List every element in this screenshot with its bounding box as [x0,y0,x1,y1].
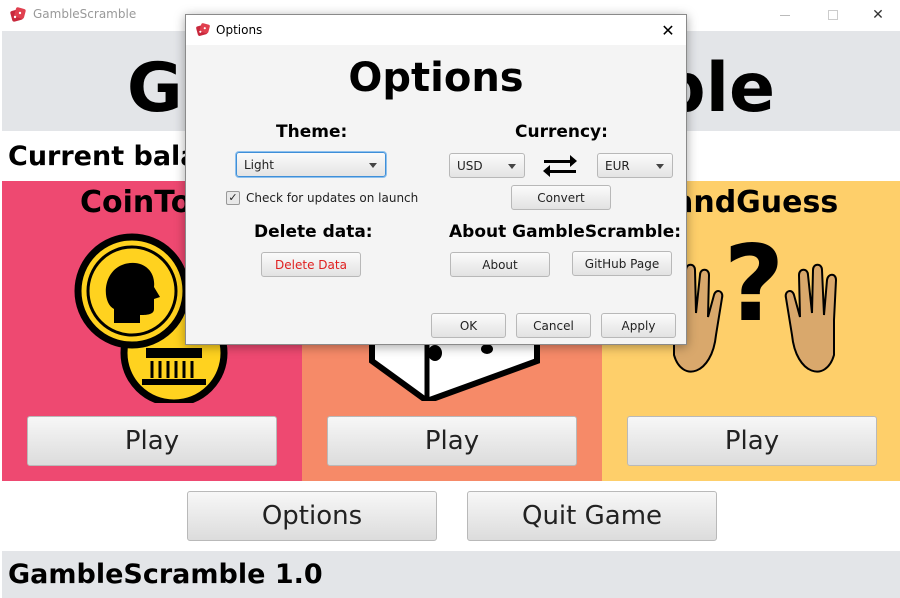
cointoss-play-button[interactable]: Play [27,416,277,466]
to-currency-select[interactable]: EUR [597,153,673,178]
options-dialog: Options ✕ Options Theme: Light ✓ Check f… [185,14,687,345]
theme-select[interactable]: Light [236,152,386,177]
dropdown-arrow-icon [369,163,377,168]
dialog-close-button[interactable]: ✕ [656,19,680,41]
version-label: GambleScramble 1.0 [8,559,323,590]
dice-app-icon [196,23,210,36]
window-title: GambleScramble [33,7,137,21]
dialog-heading: Options [348,55,524,101]
ok-button[interactable]: OK [431,313,506,338]
checkmark-icon: ✓ [228,191,238,204]
close-icon: ✕ [661,20,675,40]
dropdown-arrow-icon [656,164,664,169]
dialog-window-title: Options [216,23,263,37]
convert-button[interactable]: Convert [511,185,611,210]
minimize-icon [780,14,790,16]
maximize-button[interactable] [810,0,856,30]
cancel-button[interactable]: Cancel [516,313,591,338]
to-currency-value: EUR [605,158,630,173]
apply-button[interactable]: Apply [601,313,676,338]
from-currency-value: USD [457,158,483,173]
close-icon: ✕ [872,7,884,23]
swap-arrows-icon[interactable] [542,151,578,179]
handguess-play-button[interactable]: Play [627,416,877,466]
check-updates-label: Check for updates on launch [246,191,419,205]
from-currency-select[interactable]: USD [449,153,525,178]
minimize-button[interactable] [762,0,808,30]
delete-data-label: Delete data: [254,222,373,242]
maximize-icon [828,10,838,20]
question-hands-icon: ? [670,225,838,373]
svg-text:?: ? [724,225,785,345]
theme-label: Theme: [276,122,348,142]
dialog-title-bar: Options ✕ [186,15,686,45]
about-section-label: About GambleScramble: [449,222,682,242]
about-button[interactable]: About [450,252,550,277]
currency-label: Currency: [515,122,608,142]
footer-bar: GambleScramble 1.0 [2,551,900,598]
check-updates-checkbox[interactable]: ✓ [226,191,240,205]
delete-data-button[interactable]: Delete Data [261,252,361,277]
dice-play-button[interactable]: Play [327,416,577,466]
theme-select-value: Light [244,157,274,172]
quit-game-button[interactable]: Quit Game [467,491,717,541]
window-close-button[interactable]: ✕ [855,0,900,30]
dice-app-icon [10,7,26,22]
github-page-button[interactable]: GitHub Page [572,251,672,276]
options-button[interactable]: Options [187,491,437,541]
dropdown-arrow-icon [508,164,516,169]
